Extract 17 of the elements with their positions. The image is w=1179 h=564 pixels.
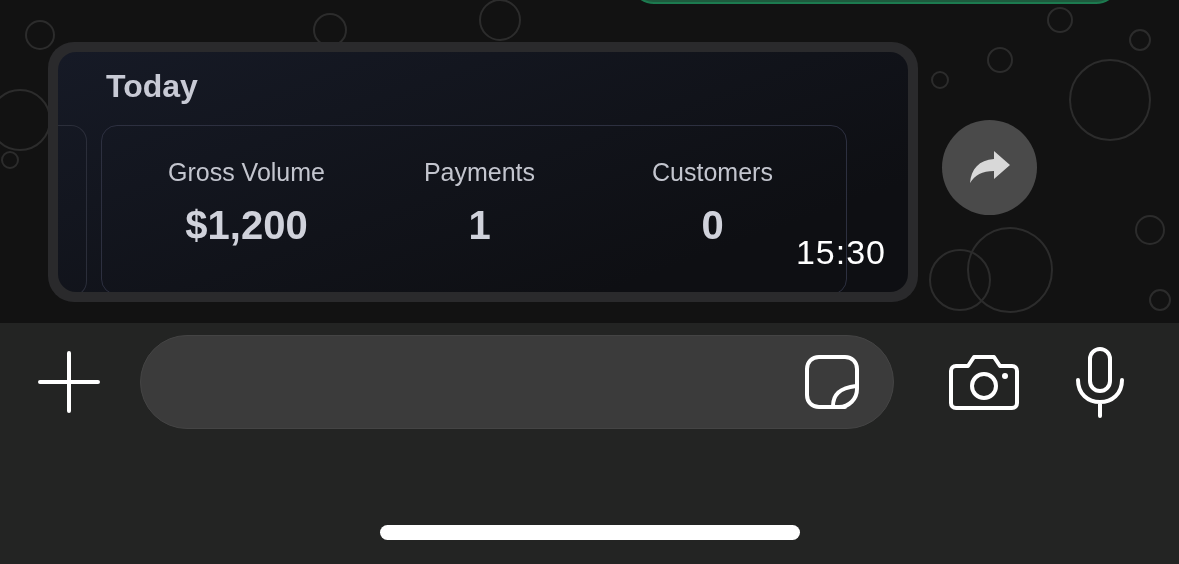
stat-value: 0 [701,203,724,248]
forward-icon [967,149,1012,185]
sticker-icon[interactable] [803,353,861,411]
stat-label: Customers [652,158,773,187]
stat-label: Payments [423,158,536,187]
microphone-button[interactable] [1074,346,1126,418]
stat-value: $1,200 [185,203,308,248]
plus-icon [38,351,100,413]
stat-value: 1 [468,203,491,248]
add-button[interactable] [38,351,100,413]
microphone-icon [1074,346,1126,418]
stat-label: Gross Volume [168,158,325,187]
image-message[interactable]: Today Gross Volume $1,200 Payments 1 Customers 0 15:30 [48,42,918,302]
camera-button[interactable] [948,354,1020,410]
section-title: Today [106,68,199,105]
message-time: 15:30 [795,233,886,272]
camera-icon [948,354,1020,410]
